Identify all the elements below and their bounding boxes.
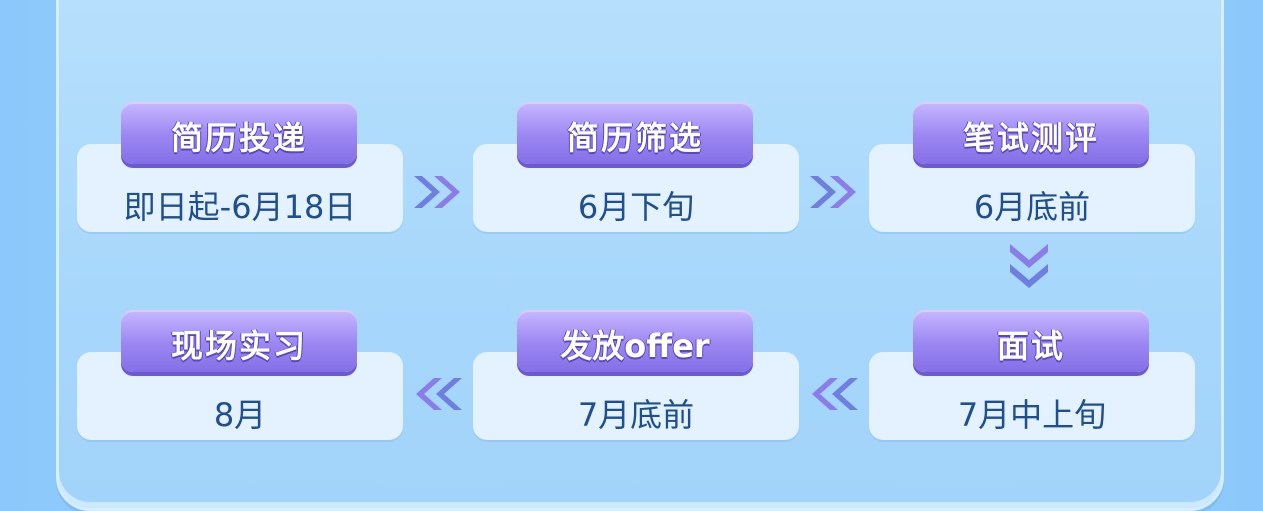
step-resume-submission: 即日起-6月18日 简历投递: [77, 102, 403, 244]
step-written-test: 6月底前 笔试测评: [869, 102, 1195, 244]
step-label: 简历投递: [170, 119, 307, 157]
step-interview: 7月中上旬 面试: [869, 310, 1195, 452]
step-date: 8月: [213, 396, 267, 434]
step-tag: 现场实习: [121, 310, 357, 372]
step-tag: 简历投递: [121, 102, 357, 164]
step-label: 笔试测评: [962, 119, 1099, 157]
step-resume-screening: 6月下旬 简历筛选: [473, 102, 799, 244]
step-tag: 笔试测评: [913, 102, 1149, 164]
step-date: 6月下旬: [577, 188, 695, 226]
double-chevron-left-icon: [408, 374, 468, 414]
step-onsite-internship: 8月 现场实习: [77, 310, 403, 452]
double-chevron-right-icon: [408, 172, 468, 212]
step-label: 发放offer: [560, 327, 710, 365]
double-chevron-right-icon: [804, 172, 864, 212]
step-tag: 面试: [913, 310, 1149, 372]
double-chevron-left-icon: [804, 374, 864, 414]
step-date: 7月底前: [577, 396, 695, 434]
step-tag: 发放offer: [517, 310, 753, 372]
double-chevron-down-icon: [1004, 240, 1054, 296]
step-label: 现场实习: [170, 327, 307, 365]
step-label: 面试: [996, 327, 1065, 365]
step-offer-release: 7月底前 发放offer: [473, 310, 799, 452]
step-date: 即日起-6月18日: [123, 188, 357, 226]
step-label: 简历筛选: [566, 119, 703, 157]
step-tag: 简历筛选: [517, 102, 753, 164]
step-date: 7月中上旬: [957, 396, 1107, 434]
step-date: 6月底前: [973, 188, 1091, 226]
